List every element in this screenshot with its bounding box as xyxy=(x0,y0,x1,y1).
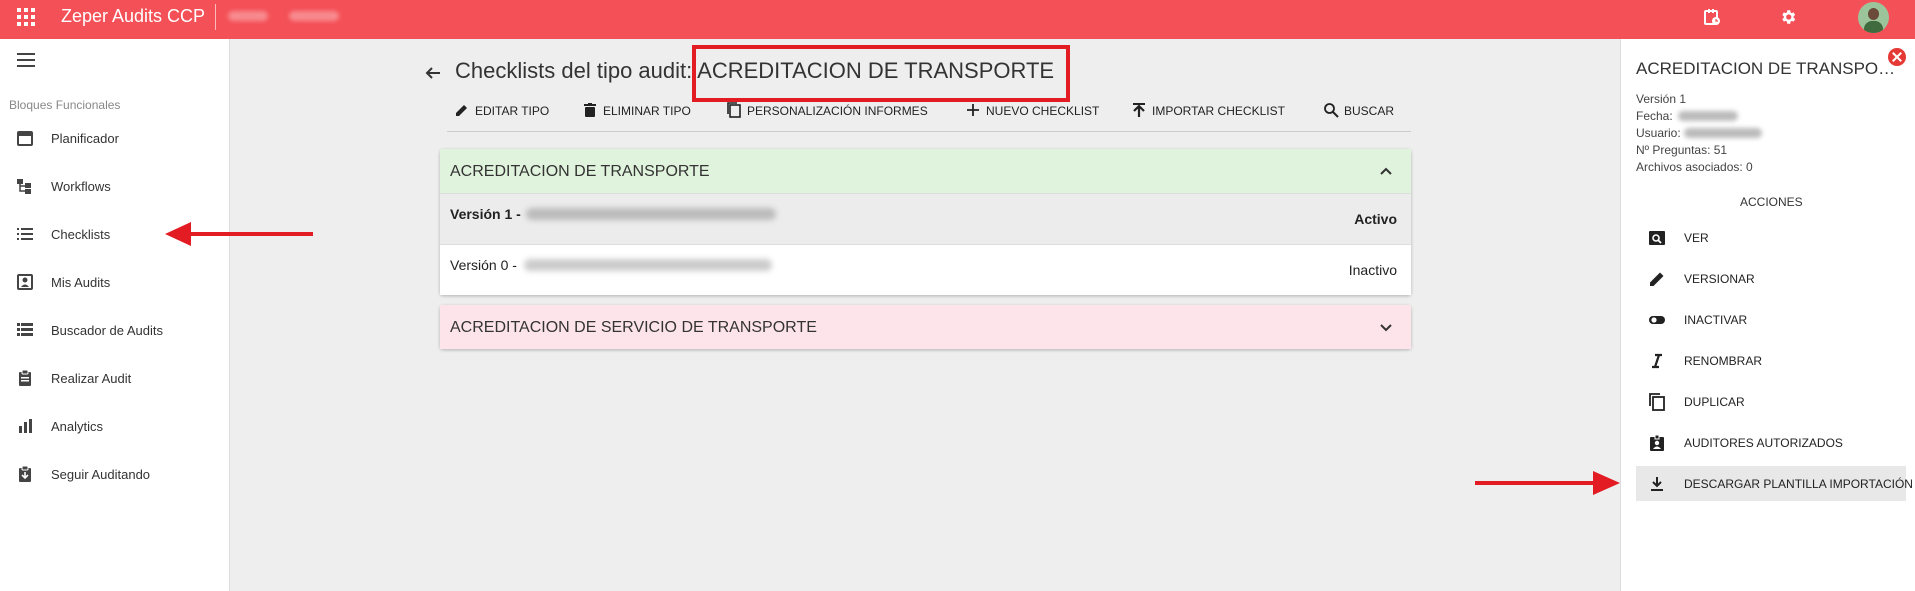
version-label: Versión 0 - xyxy=(450,257,517,273)
apps-grid-icon[interactable] xyxy=(17,8,35,26)
sidebar-item-planificador[interactable]: Planificador xyxy=(0,119,229,159)
pencil-icon xyxy=(1650,272,1664,286)
version-status: Inactivo xyxy=(1348,262,1397,278)
italic-icon xyxy=(1652,353,1662,369)
workflow-icon xyxy=(17,179,31,194)
preview-icon xyxy=(1649,231,1665,245)
pencil-icon xyxy=(456,105,467,116)
sidebar-item-label: Checklists xyxy=(51,227,111,242)
checklist-card: ACREDITACION DE SERVICIO DE TRANSPORTE xyxy=(440,305,1411,349)
panel-questions: Nº Preguntas: 51 xyxy=(1636,143,1728,157)
top-app-bar: Zeper Audits CCP xyxy=(0,0,1915,39)
sidebar-item-label: Seguir Auditando xyxy=(51,467,151,482)
version-row[interactable]: Versión 0 - Inactivo xyxy=(440,244,1411,295)
annotation-arrow-right xyxy=(1475,471,1620,495)
actions-heading: ACCIONES xyxy=(1740,195,1803,209)
search-icon xyxy=(1324,103,1339,118)
blurred-version-details xyxy=(524,259,772,271)
checklist-name: ACREDITACION DE SERVICIO DE TRANSPORTE xyxy=(450,319,817,336)
download-icon xyxy=(1651,477,1663,491)
calendar-clock-icon[interactable] xyxy=(1703,8,1721,26)
checklist-card-header[interactable]: ACREDITACION DE TRANSPORTE xyxy=(440,149,1411,193)
clipboard-icon xyxy=(19,369,31,386)
header-divider xyxy=(215,4,216,30)
checklist-name: ACREDITACION DE TRANSPORTE xyxy=(450,163,710,180)
account-box-icon xyxy=(17,274,33,290)
version-status: Activo xyxy=(1354,211,1397,227)
sidebar-item-analytics[interactable]: Analytics xyxy=(0,407,229,447)
sidebar-item-buscador[interactable]: Buscador de Audits xyxy=(0,311,229,351)
rename-action[interactable]: RENOMBRAR xyxy=(1636,343,1906,378)
back-arrow-icon[interactable] xyxy=(424,64,442,82)
duplicate-action[interactable]: DUPLICAR xyxy=(1636,384,1906,419)
trash-icon xyxy=(584,103,596,117)
toggle-icon xyxy=(1649,316,1665,324)
upload-icon xyxy=(1133,103,1145,117)
calendar-icon xyxy=(17,131,33,146)
copy-icon xyxy=(1649,393,1665,411)
page-title-prefix: Checklists del tipo audit: xyxy=(455,58,693,83)
clipboard-arrow-icon xyxy=(19,465,31,482)
sidebar: Bloques Funcionales Planificador Workflo… xyxy=(0,39,230,591)
sidebar-item-label: Workflows xyxy=(51,179,111,194)
sidebar-item-workflows[interactable]: Workflows xyxy=(0,167,229,207)
sidebar-item-label: Buscador de Audits xyxy=(51,323,164,338)
action-toolbar: EDITAR TIPO ELIMINAR TIPO PERSONALIZACIÓ… xyxy=(447,92,1411,132)
download-template-action[interactable]: DESCARGAR PLANTILLA IMPORTACIÓN xyxy=(1636,466,1913,501)
version-row[interactable]: Versión 1 - Activo xyxy=(440,193,1411,244)
panel-version: Versión 1 xyxy=(1636,92,1687,106)
sidebar-item-seguir-auditando[interactable]: Seguir Auditando xyxy=(0,455,229,495)
blurred-header-item xyxy=(289,11,339,21)
chevron-down-icon[interactable] xyxy=(1379,320,1393,334)
app-title: Zeper Audits CCP xyxy=(61,6,206,26)
bar-chart-icon xyxy=(19,419,32,433)
sidebar-item-label: Realizar Audit xyxy=(51,371,132,386)
inactivate-action[interactable]: INACTIVAR xyxy=(1636,302,1906,337)
badge-icon xyxy=(1650,434,1664,451)
blurred-date xyxy=(1678,111,1738,121)
blurred-version-details xyxy=(526,208,776,220)
panel-fecha-label: Fecha: xyxy=(1636,109,1673,123)
details-panel: ACREDITACION DE TRANSPORTE Versión 1 Fec… xyxy=(1620,39,1915,591)
blurred-header-item xyxy=(228,11,268,21)
authorized-auditors-action[interactable]: AUDITORES AUTORIZADOS xyxy=(1636,425,1906,460)
list-icon xyxy=(17,228,33,240)
sidebar-item-label: Analytics xyxy=(51,419,104,434)
view-list-icon xyxy=(17,323,33,336)
sidebar-item-mis-audits[interactable]: Mis Audits xyxy=(0,263,229,303)
panel-files: Archivos asociados: 0 xyxy=(1636,160,1753,174)
panel-usuario-label: Usuario: xyxy=(1636,126,1681,140)
user-avatar[interactable] xyxy=(1858,2,1889,33)
copy-icon xyxy=(727,102,741,118)
panel-title: ACREDITACION DE TRANSPORTE xyxy=(1636,59,1901,78)
blurred-user xyxy=(1684,128,1762,138)
view-action[interactable]: VER xyxy=(1636,220,1906,255)
chevron-up-icon[interactable] xyxy=(1379,164,1393,178)
checklist-card: ACREDITACION DE TRANSPORTE Versión 1 - A… xyxy=(440,149,1411,295)
plus-icon xyxy=(967,104,979,116)
sidebar-item-label: Mis Audits xyxy=(51,275,111,290)
checklist-card-header[interactable]: ACREDITACION DE SERVICIO DE TRANSPORTE xyxy=(440,305,1411,349)
annotation-arrow-left xyxy=(165,222,313,246)
sidebar-section-title: Bloques Funcionales xyxy=(9,98,121,112)
hamburger-menu-icon[interactable] xyxy=(17,53,35,67)
gear-icon[interactable] xyxy=(1779,8,1797,26)
version-label: Versión 1 - xyxy=(450,206,521,222)
version-action[interactable]: VERSIONAR xyxy=(1636,261,1906,296)
sidebar-item-label: Planificador xyxy=(51,131,119,146)
sidebar-item-realizar-audit[interactable]: Realizar Audit xyxy=(0,359,229,399)
